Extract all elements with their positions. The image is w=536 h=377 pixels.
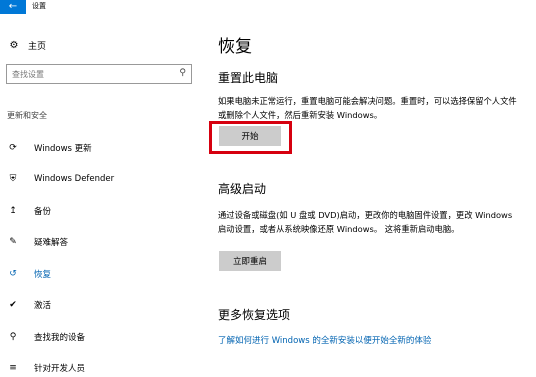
sync-icon: ⟳ [9, 142, 17, 153]
sidebar-item-label: Windows Defender [34, 174, 115, 185]
sidebar-item-windows-update[interactable]: ⟳ Windows 更新 [0, 132, 200, 164]
restart-now-button[interactable]: 立即重启 [219, 251, 281, 271]
page-title: 恢复 [218, 37, 252, 57]
shield-icon: ⛨ [9, 174, 17, 185]
sidebar-nav: ⟳ Windows 更新 ⛨ Windows Defender ↥ 备份 ✎ 疑… [0, 132, 200, 377]
sidebar-item-windows-defender[interactable]: ⛨ Windows Defender [0, 164, 200, 196]
backup-icon: ↥ [9, 205, 17, 216]
sidebar-item-label: 针对开发人员 [34, 364, 86, 375]
clean-install-link[interactable]: 了解如何进行 Windows 的全新安装以便开始全新的体验 [218, 334, 431, 346]
developer-icon: ≡ [9, 363, 17, 374]
reset-heading: 重置此电脑 [218, 71, 279, 85]
search-placeholder: 查找设置 [12, 70, 44, 79]
section-title: 更新和安全 [7, 111, 47, 120]
sidebar: ⚙ 主页 查找设置 ⚲ 更新和安全 ⟳ Windows 更新 ⛨ Windows… [0, 14, 200, 377]
sidebar-item-label: Windows 更新 [34, 143, 92, 154]
highlight-box [209, 121, 292, 154]
sidebar-item-label: 备份 [34, 206, 52, 217]
home-link[interactable]: ⚙ 主页 [7, 38, 47, 52]
wrench-icon: ✎ [9, 237, 17, 248]
sidebar-item-label: 查找我的设备 [34, 332, 86, 343]
title-bar: ← 设置 [0, 0, 536, 14]
sidebar-item-backup[interactable]: ↥ 备份 [0, 195, 200, 227]
sidebar-item-label: 激活 [34, 301, 52, 312]
sidebar-item-label: 恢复 [34, 269, 52, 280]
check-circle-icon: ✔ [9, 300, 17, 311]
gear-icon: ⚙ [9, 39, 19, 51]
back-button[interactable]: ← [0, 0, 26, 14]
search-icon[interactable]: ⚲ [179, 68, 186, 78]
find-device-icon: ⚲ [9, 331, 17, 342]
more-options-heading: 更多恢复选项 [218, 308, 291, 322]
sidebar-item-recovery[interactable]: ↺ 恢复 [0, 258, 200, 290]
advanced-description: 通过设备或磁盘(如 U 盘或 DVD)启动，更改你的电脑固件设置，更改 Wind… [218, 210, 513, 234]
recovery-icon: ↺ [9, 268, 17, 279]
sidebar-item-troubleshoot[interactable]: ✎ 疑难解答 [0, 227, 200, 259]
sidebar-item-label: 疑难解答 [34, 238, 69, 249]
search-input[interactable]: 查找设置 ⚲ [6, 64, 192, 84]
advanced-heading: 高级启动 [218, 182, 267, 196]
sidebar-item-find-device[interactable]: ⚲ 查找我的设备 [0, 321, 200, 353]
back-arrow-icon: ← [8, 1, 18, 12]
reset-description: 如果电脑未正常运行，重置电脑可能会解决问题。重置时，可以选择保留个人文件或删除个… [218, 96, 517, 120]
sidebar-item-developers[interactable]: ≡ 针对开发人员 [0, 353, 200, 377]
home-label: 主页 [28, 41, 47, 52]
sidebar-item-activation[interactable]: ✔ 激活 [0, 290, 200, 322]
window-title: 设置 [32, 2, 46, 10]
